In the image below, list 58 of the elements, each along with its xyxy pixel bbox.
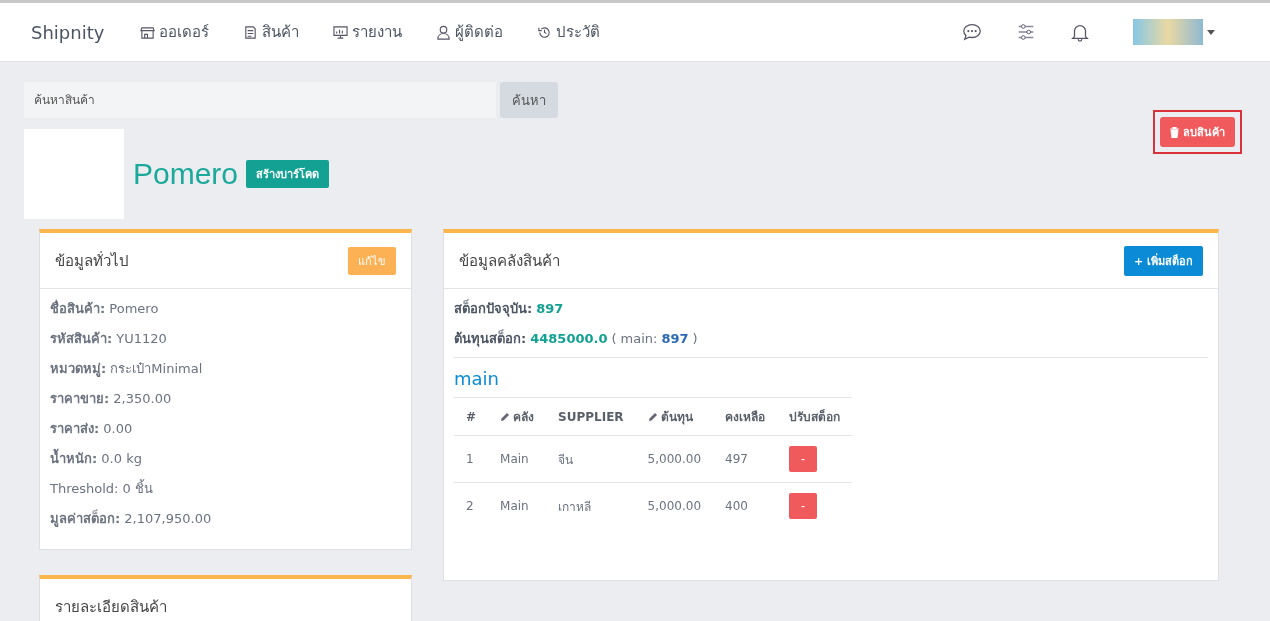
reduce-stock-button[interactable]: -	[789, 446, 818, 472]
table-cell: 5,000.00	[647, 499, 702, 513]
user-icon	[436, 24, 452, 40]
stock-value: 897	[536, 300, 564, 318]
nav-link[interactable]: ออเดอร์	[140, 20, 210, 44]
column-header: คลัง	[500, 407, 535, 426]
location-value: 897	[661, 330, 689, 348]
store-icon	[140, 24, 156, 40]
nav-link[interactable]: สินค้า	[243, 20, 300, 44]
info-field: Threshold: 0 ชิ้น	[50, 477, 401, 507]
info-field: รหัสสินค้า: YU1120	[50, 327, 401, 357]
column-header: ต้นทุน	[647, 407, 693, 426]
table-cell: 1	[466, 452, 474, 466]
info-field: ชื่อสินค้า: Pomero	[50, 297, 401, 327]
add-stock-button[interactable]: + เพิ่มสต็อก	[1123, 245, 1203, 276]
document-icon	[243, 24, 259, 40]
delete-button[interactable]: ลบสินค้า	[1160, 117, 1235, 147]
table-cell: 5,000.00	[647, 452, 702, 466]
column-header: SUPPLIER	[558, 409, 624, 424]
table-cell: Main	[500, 452, 529, 466]
info-field: ราคาส่ง: 0.00	[50, 417, 401, 447]
column-header: ปรับสต็อก	[789, 408, 841, 426]
table-cell: 497	[725, 452, 748, 466]
nav-link[interactable]: ผู้ติดต่อ	[436, 20, 504, 44]
brand-logo[interactable]: Shipnity	[31, 21, 105, 43]
monitor-icon	[333, 24, 349, 40]
card-title: ข้อมูลคลังสินค้า	[459, 250, 560, 272]
info-field: ราคาขาย: 2,350.00	[50, 387, 401, 417]
card-title: ข้อมูลทั่วไป	[55, 250, 129, 272]
cost-label: ต้นทุนสต็อก:	[454, 328, 527, 349]
table-cell: 2	[466, 499, 474, 513]
paren-text: (	[611, 330, 617, 348]
search-button[interactable]: ค้นหา	[500, 82, 558, 118]
info-field: มูลค่าสต็อก: 2,107,950.00	[50, 507, 401, 537]
barcode-button[interactable]: สร้างบาร์โคด	[246, 160, 330, 188]
nav-link[interactable]: รายงาน	[333, 20, 403, 44]
history-icon	[537, 24, 553, 40]
trash-icon	[1170, 126, 1179, 138]
reduce-stock-button[interactable]: -	[789, 493, 818, 519]
nav-link[interactable]: ประวัติ	[537, 20, 601, 44]
caret-icon[interactable]	[1207, 29, 1215, 35]
info-field: หมวดหมู่: กระเป๋าMinimal	[50, 357, 401, 387]
cost-value: 4485000.0	[530, 330, 608, 348]
info-field: น้ำหนัก: 0.0 kg	[50, 447, 401, 477]
paren-text: )	[692, 330, 698, 348]
location-label: main:	[620, 330, 658, 348]
chat-icon[interactable]	[961, 21, 983, 43]
table-cell: 400	[725, 499, 748, 513]
card-title: รายละเอียดสินค้า	[55, 596, 167, 618]
table-cell: เกาหลี	[558, 499, 592, 514]
column-header: #	[466, 409, 477, 424]
stock-label: สต็อกปัจจุบัน:	[454, 298, 533, 319]
product-name: Pomero	[133, 157, 239, 191]
warehouse-title: main	[454, 368, 500, 389]
column-header: คงเหลือ	[725, 409, 766, 426]
search-field[interactable]: ค้นหาสินค้า	[24, 82, 496, 118]
table-cell: Main	[500, 499, 529, 513]
table-cell: จีน	[558, 452, 574, 467]
